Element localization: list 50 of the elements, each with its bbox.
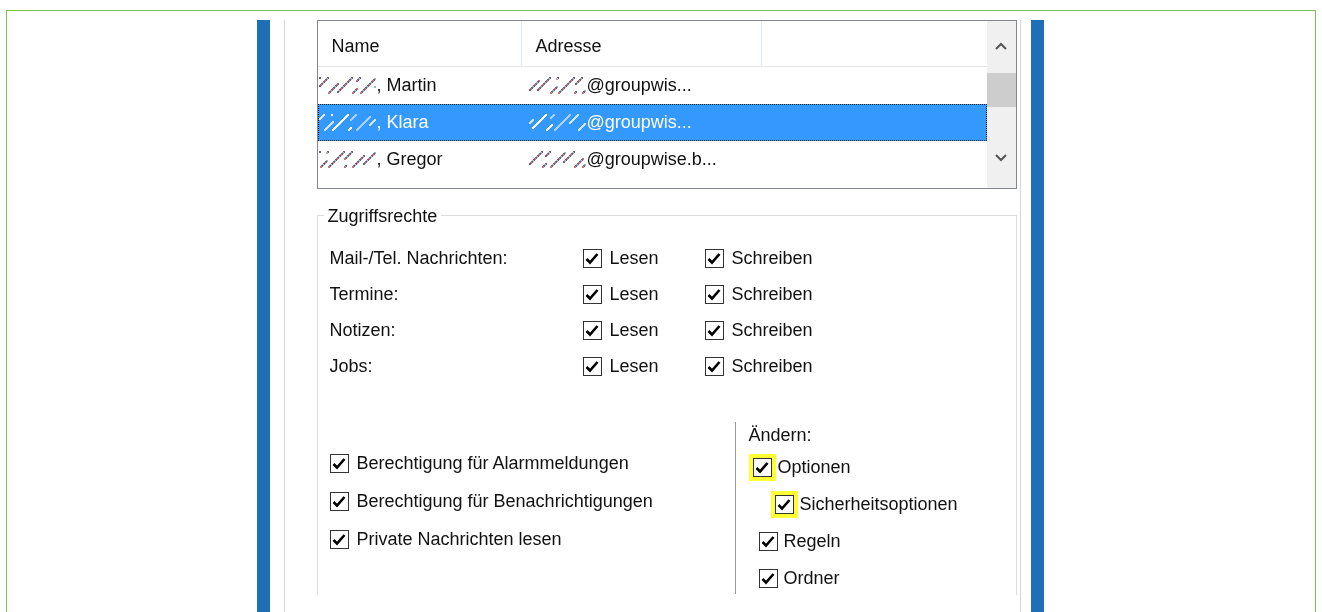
list-row[interactable]: , Martin @groupwis... xyxy=(317,67,987,104)
checkbox-label: Ordner xyxy=(783,567,840,590)
scroll-down-icon[interactable] xyxy=(994,153,1008,163)
row-label: Jobs: xyxy=(329,354,374,378)
checkbox-label: Berechtigung für Benachrichtigungen xyxy=(356,489,653,513)
name-cell-text: , Klara xyxy=(376,111,429,134)
checkbox[interactable] xyxy=(704,356,724,376)
checkbox-label: Schreiben xyxy=(731,246,813,270)
obscured-text xyxy=(528,150,587,169)
scroll-thumb[interactable] xyxy=(986,73,1016,107)
checkbox[interactable] xyxy=(704,320,724,340)
obscured-text xyxy=(528,76,587,95)
checkbox-label: Lesen xyxy=(609,282,659,306)
section-label: Ändern: xyxy=(748,425,812,445)
checkbox-label: Private Nachrichten lesen xyxy=(356,527,562,551)
checkbox[interactable] xyxy=(758,569,778,588)
checkbox-label: Optionen xyxy=(777,456,851,479)
obscured-text xyxy=(528,113,587,132)
checkbox[interactable] xyxy=(582,356,602,376)
checkbox-label: Schreiben xyxy=(731,354,813,378)
column-header[interactable]: Adresse xyxy=(521,21,762,66)
checkbox-label: Regeln xyxy=(783,530,841,553)
column-header[interactable]: Name xyxy=(317,21,522,66)
address-cell-text: @groupwise.b... xyxy=(586,148,717,171)
name-cell-text: , Gregor xyxy=(376,148,443,171)
checkbox[interactable] xyxy=(704,284,724,304)
checkbox-label: Lesen xyxy=(609,246,659,270)
name-cell-text: , Martin xyxy=(376,74,437,97)
scrollbar[interactable] xyxy=(986,21,1016,188)
checkbox-label: Lesen xyxy=(609,354,659,378)
checkbox-label: Sicherheitsoptionen xyxy=(799,493,958,516)
checkbox[interactable] xyxy=(582,248,602,268)
row-label: Mail-/Tel. Nachrichten: xyxy=(329,246,509,270)
checkbox[interactable] xyxy=(329,491,349,511)
address-cell-text: @groupwis... xyxy=(586,74,692,97)
row-label: Termine: xyxy=(329,282,400,306)
checkbox[interactable] xyxy=(582,320,602,340)
checkbox-label: Berechtigung für Alarmmeldungen xyxy=(356,451,629,475)
checkbox-label: Lesen xyxy=(609,318,659,342)
checkbox[interactable] xyxy=(704,248,724,268)
checkbox[interactable] xyxy=(758,532,778,551)
row-label: Notizen: xyxy=(329,318,397,342)
checkbox[interactable] xyxy=(582,284,602,304)
list-row[interactable]: , Gregor @groupwise.b... xyxy=(317,141,987,178)
checkbox-label: Schreiben xyxy=(731,282,813,306)
scroll-up-icon[interactable] xyxy=(994,41,1008,51)
checkbox[interactable] xyxy=(329,453,349,473)
checkbox[interactable] xyxy=(329,529,349,549)
address-cell-text: @groupwis... xyxy=(586,111,692,134)
checkbox-label: Schreiben xyxy=(731,318,813,342)
